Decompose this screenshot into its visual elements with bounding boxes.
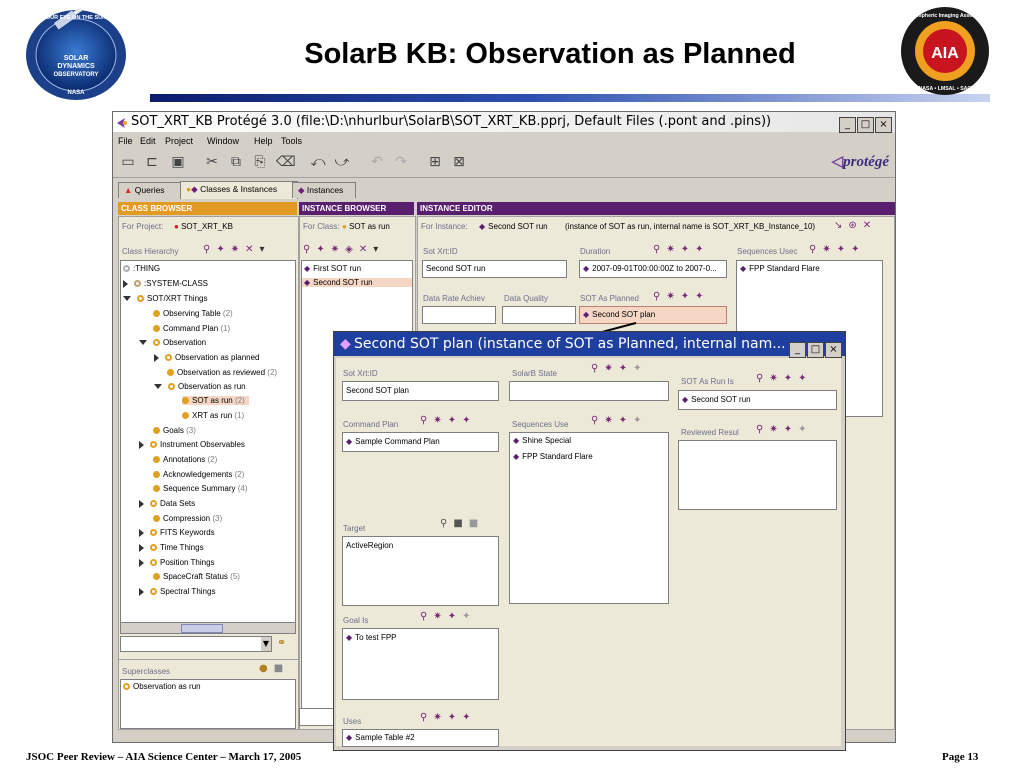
find-icon[interactable]: ⚲: [591, 415, 604, 426]
find-icon[interactable]: ⚲: [420, 712, 433, 723]
add-icon[interactable]: ■: [453, 518, 468, 529]
remove-icon[interactable]: ✦: [633, 415, 647, 426]
target-field[interactable]: ActiveRegion: [342, 536, 499, 606]
solarb-state-tools: ⚲✷✦✦: [591, 363, 648, 374]
command-plan-label: Command Plan: [343, 420, 399, 429]
reviewed-tools: ⚲✷✦✦: [756, 424, 813, 435]
remove-icon[interactable]: ✦: [462, 712, 476, 723]
goal-label: Goal Is: [343, 616, 369, 625]
popup-minimize-button[interactable]: _: [789, 342, 806, 358]
create-icon[interactable]: ✷: [769, 373, 783, 384]
sot-as-run-field[interactable]: ◆ Second SOT run: [678, 390, 837, 410]
popup-instance-icon: ◆: [340, 336, 351, 352]
instance-icon: ◆: [346, 733, 353, 742]
sot-as-run-value: Second SOT run: [691, 395, 751, 404]
create-icon[interactable]: ✷: [769, 424, 783, 435]
add-icon[interactable]: ✦: [619, 415, 633, 426]
uses-field[interactable]: ◆ Sample Table #2: [342, 729, 499, 747]
add-icon[interactable]: ✦: [448, 415, 462, 426]
add-icon[interactable]: ✦: [784, 424, 798, 435]
instance-icon: ◆: [513, 436, 520, 445]
sequences-use-label: Sequences Use: [512, 420, 569, 429]
command-plan-tools: ⚲✷✦✦: [420, 415, 477, 426]
create-icon[interactable]: ✷: [433, 611, 447, 622]
sot-as-run-tools: ⚲✷✦✦: [756, 373, 813, 384]
remove-icon[interactable]: ✦: [798, 424, 812, 435]
target-value: ActiveRegion: [346, 541, 394, 550]
remove-icon[interactable]: ✦: [633, 363, 647, 374]
sequence-item[interactable]: ◆ FPP Standard Flare: [513, 452, 593, 461]
popup-sot-id-label: Sot Xrt:ID: [343, 369, 378, 378]
popup-maximize-button[interactable]: □: [807, 342, 824, 358]
sot-as-run-label: SOT As Run Is: [681, 377, 734, 386]
popup-body: Sot Xrt:ID Second SOT plan SolarB State …: [336, 358, 841, 747]
remove-icon[interactable]: ■: [469, 518, 484, 529]
add-icon[interactable]: ✦: [448, 712, 462, 723]
command-plan-value: Sample Command Plan: [355, 437, 440, 446]
find-icon[interactable]: ⚲: [420, 611, 433, 622]
find-icon[interactable]: ⚲: [420, 415, 433, 426]
instance-icon: ◆: [346, 633, 353, 642]
create-icon[interactable]: ✷: [433, 712, 447, 723]
footer-left: JSOC Peer Review – AIA Science Center – …: [26, 751, 302, 763]
add-icon[interactable]: ✦: [448, 611, 462, 622]
sequence-item[interactable]: ◆ Shine Special: [513, 436, 571, 445]
remove-icon[interactable]: ✦: [462, 415, 476, 426]
popup-sot-id-field[interactable]: Second SOT plan: [342, 381, 499, 401]
sequences-use-tools: ⚲✷✦✦: [591, 415, 648, 426]
popup-sot-id-value: Second SOT plan: [346, 386, 410, 395]
create-icon[interactable]: ✷: [604, 363, 618, 374]
footer-page-number: Page 13: [942, 751, 979, 763]
sequences-use-list: ◆ Shine Special ◆ FPP Standard Flare: [509, 432, 669, 604]
uses-label: Uses: [343, 717, 362, 726]
solarb-state-label: SolarB State: [512, 369, 557, 378]
add-icon[interactable]: ✦: [619, 363, 633, 374]
sequence-label: Shine Special: [522, 436, 572, 445]
uses-tools: ⚲✷✦✦: [420, 712, 477, 723]
add-icon[interactable]: ✦: [784, 373, 798, 384]
reviewed-results-list: [678, 440, 837, 510]
popup-title: Second SOT plan (instance of SOT as Plan…: [354, 336, 786, 352]
target-label: Target: [343, 524, 366, 533]
sot-as-run-item: ◆ Second SOT run: [682, 395, 751, 404]
solarb-state-field[interactable]: [509, 381, 669, 401]
popup-titlebar[interactable]: ◆ Second SOT plan (instance of SOT as Pl…: [334, 332, 845, 358]
instance-icon: ◆: [682, 395, 689, 404]
reviewed-results-label: Reviewed Resul: [681, 428, 739, 437]
popup-window: ◆ Second SOT plan (instance of SOT as Pl…: [333, 331, 846, 751]
instance-icon: ◆: [346, 437, 353, 446]
goal-tools: ⚲✷✦✦: [420, 611, 477, 622]
goal-value: To test FPP: [355, 633, 397, 642]
target-tools: ⚲■■: [440, 518, 484, 529]
find-icon[interactable]: ⚲: [756, 424, 769, 435]
find-icon[interactable]: ⚲: [440, 518, 453, 529]
uses-item: ◆ Sample Table #2: [346, 733, 415, 742]
create-icon[interactable]: ✷: [433, 415, 447, 426]
find-icon[interactable]: ⚲: [591, 363, 604, 374]
instance-icon: ◆: [513, 452, 520, 461]
create-icon[interactable]: ✷: [604, 415, 618, 426]
remove-icon[interactable]: ✦: [798, 373, 812, 384]
sequence-label: FPP Standard Flare: [522, 452, 593, 461]
find-icon[interactable]: ⚲: [756, 373, 769, 384]
command-plan-item: ◆ Sample Command Plan: [346, 437, 440, 446]
popup-close-button[interactable]: ×: [825, 342, 842, 358]
uses-value: Sample Table #2: [355, 733, 415, 742]
goal-item[interactable]: ◆ To test FPP: [346, 633, 397, 642]
popup-controls: _ □ ×: [788, 336, 842, 360]
remove-icon[interactable]: ✦: [462, 611, 476, 622]
goal-list: ◆ To test FPP: [342, 628, 499, 700]
command-plan-field[interactable]: ◆ Sample Command Plan: [342, 432, 499, 452]
